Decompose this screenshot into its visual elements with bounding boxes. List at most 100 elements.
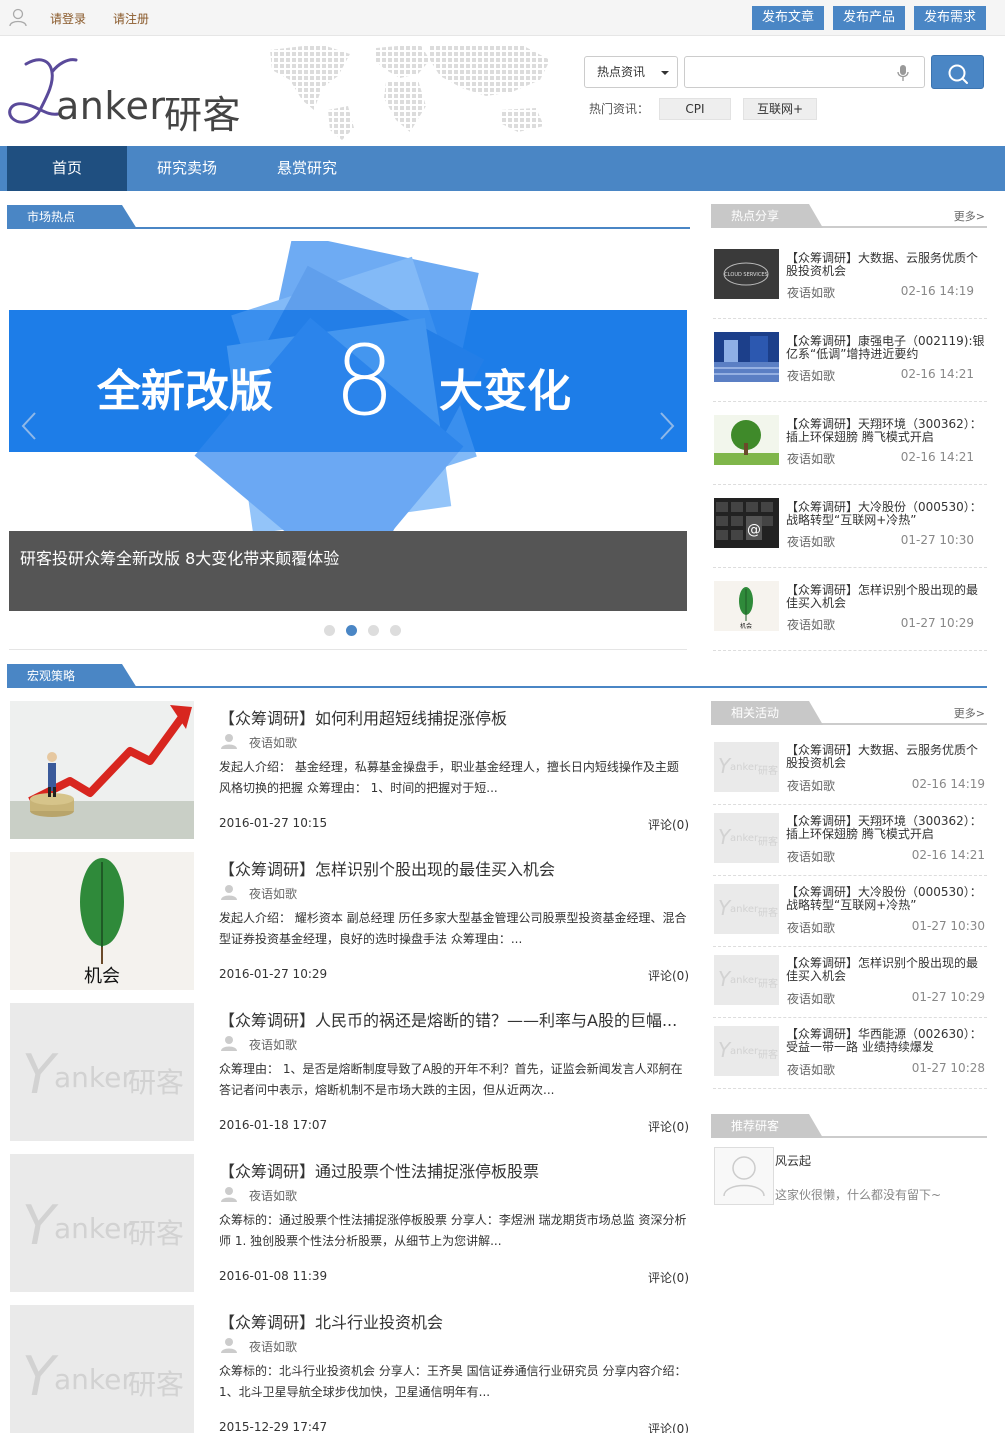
article-image[interactable]: 机会 xyxy=(10,852,194,990)
keyboard-thumb: @ xyxy=(714,498,779,548)
placeholder-y-glyph: Y xyxy=(718,754,731,778)
related-author: 夜语如歌 xyxy=(787,850,836,864)
hot-share-thumb xyxy=(714,415,779,465)
related-thumb-placeholder: Y anker 研客 xyxy=(714,884,779,934)
article-title[interactable]: 【众筹调研】人民币的祸还是熔断的错？——利率与A股的巨幅... xyxy=(219,1007,677,1031)
article-title[interactable]: 【众筹调研】通过股票个性法捕捉涨停板股票 xyxy=(219,1158,539,1182)
related-thumb-placeholder: Y anker 研客 xyxy=(714,1026,779,1076)
hot-share-title-text[interactable]: 【众筹调研】大数据、云服务优质个股投资机会 xyxy=(786,252,986,280)
carousel-dot-3[interactable] xyxy=(368,625,379,636)
nav-home[interactable]: 首页 xyxy=(7,146,127,191)
article-item[interactable]: Y anker 研客 【众筹调研】通过股票个性法捕捉涨停板股票 夜语如歌 众筹标… xyxy=(9,1154,689,1292)
nav-research-market[interactable]: 研究卖场 xyxy=(127,146,247,191)
article-item[interactable]: Y anker 研客 【众筹调研】人民币的祸还是熔断的错？——利率与A股的巨幅.… xyxy=(9,1003,689,1141)
publish-article-button[interactable]: 发布文章 xyxy=(752,6,824,30)
article-comment-link[interactable]: 评论(0) xyxy=(648,816,689,833)
carousel-dot-2[interactable] xyxy=(346,625,357,636)
article-item[interactable]: Y anker 研客 【众筹调研】北斗行业投资机会 夜语如歌 众筹标的：北斗行业… xyxy=(9,1305,689,1433)
microphone-icon[interactable] xyxy=(896,64,910,82)
article-description: 众筹标的：通过股票个性法捕捉涨停板股票 分享人：李煜洲 瑞龙期货市场总监 资深分… xyxy=(219,1213,687,1248)
hot-share-item[interactable]: 【众筹调研】康强电子（002119):银亿系“低调”增持进近要约 夜语如歌 02… xyxy=(713,319,987,402)
hot-share-item[interactable]: 机会 【众筹调研】怎样识别个股出现的最佳买入机会 夜语如歌 01-27 10:2… xyxy=(713,568,987,651)
register-link[interactable]: 请注册 xyxy=(113,10,149,27)
article-comment-link[interactable]: 评论(0) xyxy=(648,967,689,984)
carousel-dot-4[interactable] xyxy=(390,625,401,636)
placeholder-y-glyph: Y xyxy=(718,1038,731,1062)
hot-share-title-text[interactable]: 【众筹调研】天翔环境（300362）：插上环保翅膀 腾飞模式开启 xyxy=(786,418,986,446)
hot-share-item[interactable]: 【众筹调研】天翔环境（300362）：插上环保翅膀 腾飞模式开启 夜语如歌 02… xyxy=(713,402,987,485)
article-item[interactable]: 【众筹调研】如何利用超短线捕捉涨停板 夜语如歌 发起人介绍： 基金经理，私募基金… xyxy=(9,701,689,839)
article-date: 2016-01-08 11:39 xyxy=(219,1269,328,1283)
banner-prev-arrow-icon[interactable] xyxy=(21,411,37,441)
svg-text:@: @ xyxy=(747,522,761,538)
hot-share-title-text[interactable]: 【众筹调研】大冷股份（000530）：战略转型“互联网+冷热” xyxy=(786,501,986,529)
hot-share-title-text[interactable]: 【众筹调研】怎样识别个股出现的最佳买入机会 xyxy=(786,584,986,612)
related-item[interactable]: Y anker 研客 【众筹调研】怎样识别个股出现的最佳买入机会 夜语如歌 01… xyxy=(713,947,987,1018)
article-date: 2016-01-27 10:15 xyxy=(219,816,328,830)
logo-text: anker xyxy=(56,84,166,128)
publish-product-button[interactable]: 发布产品 xyxy=(833,6,905,30)
article-image[interactable]: Y anker 研客 xyxy=(10,1154,194,1292)
hot-share-thumb: 机会 xyxy=(714,581,779,631)
article-image[interactable]: Y anker 研客 xyxy=(10,1003,194,1141)
placeholder-logo-text: anker xyxy=(730,975,759,986)
hot-share-item[interactable]: @ 【众筹调研】大冷股份（000530）：战略转型“互联网+冷热” 夜语如歌 0… xyxy=(713,485,987,568)
user-icon xyxy=(221,885,237,900)
avatar[interactable] xyxy=(714,1147,774,1205)
main-nav: 首页 研究卖场 悬赏研究 xyxy=(0,146,1005,191)
hot-share-item[interactable]: CLOUD SERVICES 【众筹调研】大数据、云服务优质个股投资机会 夜语如… xyxy=(713,236,987,319)
hot-share-date: 02-16 14:19 xyxy=(900,284,974,298)
article-image[interactable]: Y anker 研客 xyxy=(10,1305,194,1433)
article-date: 2016-01-18 17:07 xyxy=(219,1118,328,1132)
banner-next-arrow-icon[interactable] xyxy=(659,411,675,441)
researcher-name[interactable]: 风云起 xyxy=(775,1152,811,1169)
article-comment-link[interactable]: 评论(0) xyxy=(648,1269,689,1286)
article-title[interactable]: 【众筹调研】北斗行业投资机会 xyxy=(219,1309,443,1333)
banner-carousel[interactable]: 全新改版 8 大变化 研客投研众筹全新改版 8大变化带来颠覆体验 xyxy=(9,241,687,611)
article-image[interactable] xyxy=(10,701,194,839)
article-comment-link[interactable]: 评论(0) xyxy=(648,1118,689,1135)
related-title[interactable]: 【众筹调研】天翔环境（300362）：插上环保翅膀 腾飞模式开启 xyxy=(786,815,986,843)
publish-demand-button[interactable]: 发布需求 xyxy=(914,6,986,30)
related-title[interactable]: 【众筹调研】大数据、云服务优质个股投资机会 xyxy=(786,744,986,772)
banner-caption[interactable]: 研客投研众筹全新改版 8大变化带来颠覆体验 xyxy=(9,531,687,611)
related-item[interactable]: Y anker 研客 【众筹调研】大数据、云服务优质个股投资机会 夜语如歌 02… xyxy=(713,734,987,805)
search-button[interactable] xyxy=(931,55,984,89)
hot-share-author: 夜语如歌 xyxy=(787,618,836,632)
placeholder-y-glyph: Y xyxy=(22,1345,55,1408)
recommended-title: 推荐研客 xyxy=(731,1119,780,1133)
related-item[interactable]: Y anker 研客 【众筹调研】天翔环境（300362）：插上环保翅膀 腾飞模… xyxy=(713,805,987,876)
related-more-link[interactable]: 更多> xyxy=(954,705,985,721)
hot-share-more-link[interactable]: 更多> xyxy=(954,208,985,224)
search-input[interactable] xyxy=(684,56,925,88)
related-date: 01-27 10:29 xyxy=(911,990,985,1004)
recommended-researcher[interactable]: 风云起 这家伙很懒，什么都没有留下~ xyxy=(713,1145,987,1205)
placeholder-y-glyph: Y xyxy=(718,896,731,920)
login-link[interactable]: 请登录 xyxy=(50,10,86,27)
nav-bounty-research[interactable]: 悬赏研究 xyxy=(247,146,367,191)
article-comment-link[interactable]: 评论(0) xyxy=(648,1420,689,1433)
hot-tag-internet-plus[interactable]: 互联网+ xyxy=(743,98,817,120)
hot-tag-cpi[interactable]: CPI xyxy=(659,98,731,120)
related-title[interactable]: 【众筹调研】怎样识别个股出现的最佳买入机会 xyxy=(786,957,986,985)
article-description: 发起人介绍： 耀杉资本 副总经理 历任多家大型基金管理公司股票型投资基金经理、混… xyxy=(219,911,687,946)
article-title[interactable]: 【众筹调研】如何利用超短线捕捉涨停板 xyxy=(219,705,507,729)
user-icon xyxy=(221,1036,237,1051)
hot-share-title-text[interactable]: 【众筹调研】康强电子（002119):银亿系“低调”增持进近要约 xyxy=(786,335,986,363)
related-item[interactable]: Y anker 研客 【众筹调研】华西能源（002630）：受益一带一路 业绩持… xyxy=(713,1018,987,1089)
stock-growth-image xyxy=(10,701,194,839)
market-hot-title: 市场热点 xyxy=(27,210,76,224)
related-item[interactable]: Y anker 研客 【众筹调研】大冷股份（000530）：战略转型“互联网+冷… xyxy=(713,876,987,947)
related-title[interactable]: 【众筹调研】华西能源（002630）：受益一带一路 业绩持续爆发 xyxy=(786,1028,986,1056)
article-item[interactable]: 机会 【众筹调研】怎样识别个股出现的最佳买入机会 夜语如歌 发起人介绍： 耀杉资… xyxy=(9,852,689,990)
placeholder-y-glyph: Y xyxy=(22,1043,55,1106)
placeholder-logo-image: Y anker 研客 xyxy=(10,1154,194,1292)
site-logo[interactable]: anker 研客 xyxy=(6,54,251,137)
article-title[interactable]: 【众筹调研】怎样识别个股出现的最佳买入机会 xyxy=(219,856,555,880)
related-thumb-placeholder: Y anker 研客 xyxy=(714,955,779,1005)
carousel-dot-1[interactable] xyxy=(324,625,335,636)
search-category-select[interactable]: 热点资讯 xyxy=(584,56,678,88)
researcher-description: 这家伙很懒，什么都没有留下~ xyxy=(775,1188,942,1202)
hot-share-title: 热点分享 xyxy=(731,209,780,223)
related-title[interactable]: 【众筹调研】大冷股份（000530）：战略转型“互联网+冷热” xyxy=(786,886,986,914)
